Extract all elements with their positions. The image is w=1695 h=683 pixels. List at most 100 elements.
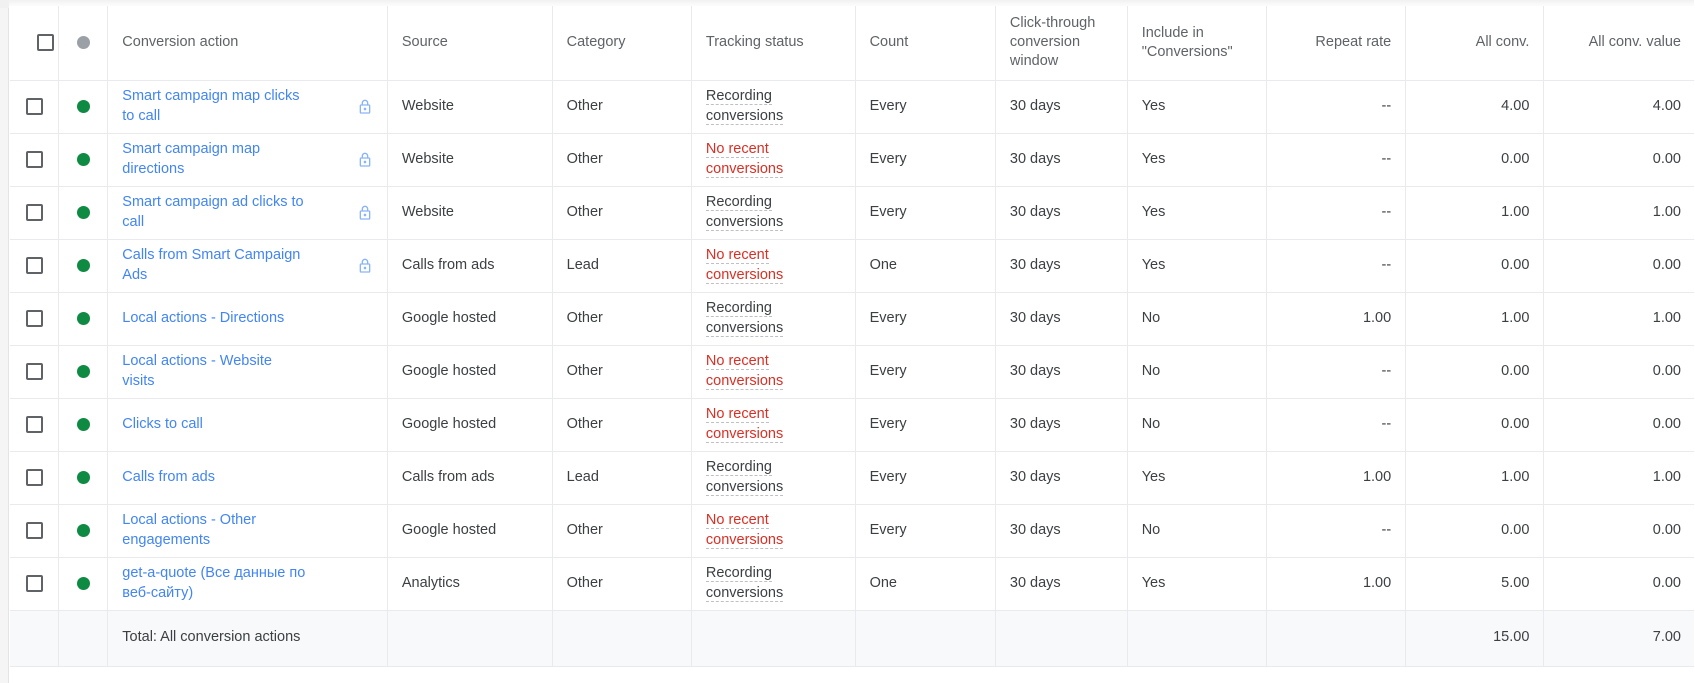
row-tracking-status-cell: Recording conversions: [691, 80, 856, 134]
row-checkbox[interactable]: [25, 363, 43, 380]
table-row[interactable]: Calls from Smart Campaign Ads Calls from …: [10, 239, 1695, 293]
select-all-checkbox[interactable]: [36, 34, 54, 52]
row-checkbox[interactable]: [25, 204, 43, 221]
conversion-action-link[interactable]: Smart campaign map directions: [122, 140, 307, 179]
tracking-status-text[interactable]: Recording conversions: [705, 87, 784, 125]
row-tracking-status-cell: Recording conversions: [691, 451, 856, 505]
row-select-cell[interactable]: [10, 239, 60, 293]
column-header-repeat-rate[interactable]: Repeat rate: [1266, 6, 1407, 81]
row-status-cell: [58, 398, 109, 452]
row-select-cell[interactable]: [10, 504, 60, 558]
conversion-action-link[interactable]: Smart campaign ad clicks to call: [122, 193, 307, 232]
total-row: Total: All conversion actions 15.00 7.00: [10, 610, 1695, 667]
column-header-tracking-status[interactable]: Tracking status: [691, 6, 856, 81]
table-row[interactable]: Local actions - Other engagements Google …: [10, 504, 1695, 558]
row-conversion-action-cell: get-a-quote (Все данные по веб-сайту): [107, 557, 388, 611]
table-row[interactable]: Smart campaign map clicks to call Website…: [10, 80, 1695, 134]
tracking-status-text[interactable]: No recent conversions: [705, 246, 784, 284]
row-click-through-window-cell: 30 days: [995, 398, 1128, 452]
row-all-conv-value-cell: 1.00: [1543, 186, 1695, 240]
row-count-cell: Every: [855, 504, 996, 558]
column-header-count[interactable]: Count: [855, 6, 996, 81]
table-row[interactable]: Clicks to call Google hosted Other No recen…: [10, 398, 1695, 452]
row-checkbox[interactable]: [25, 257, 43, 274]
row-click-through-window-cell: 30 days: [995, 239, 1128, 293]
row-repeat-rate-cell: --: [1266, 186, 1407, 240]
row-select-cell[interactable]: [10, 80, 60, 134]
table-row[interactable]: Smart campaign map directions Website Othe…: [10, 133, 1695, 187]
table-row[interactable]: get-a-quote (Все данные по веб-сайту) Ana…: [10, 557, 1695, 611]
tracking-status-text[interactable]: Recording conversions: [705, 193, 784, 231]
conversion-action-link[interactable]: Local actions - Directions: [122, 309, 284, 328]
conversion-action-link[interactable]: get-a-quote (Все данные по веб-сайту): [122, 564, 307, 603]
conversion-action-link[interactable]: Local actions - Other engagements: [122, 511, 307, 550]
row-checkbox[interactable]: [25, 416, 43, 433]
row-all-conv-value-cell: 0.00: [1543, 239, 1695, 293]
table-row[interactable]: Local actions - Website visits Google hos…: [10, 345, 1695, 399]
column-header-source[interactable]: Source: [387, 6, 553, 81]
conversion-action-link[interactable]: Smart campaign map clicks to call: [122, 87, 307, 126]
conversion-actions-table: Conversion action Source Category Tracki…: [10, 6, 1695, 667]
conversion-action-wrapper: Smart campaign map clicks to call: [122, 81, 373, 133]
row-include-in-conversions-cell: Yes: [1127, 133, 1267, 187]
table-row[interactable]: Calls from ads Calls from ads Lead Recordin…: [10, 451, 1695, 505]
row-tracking-status-cell: Recording conversions: [691, 186, 856, 240]
row-checkbox[interactable]: [25, 469, 43, 486]
row-category-cell: Other: [552, 557, 692, 611]
row-count-cell: Every: [855, 292, 996, 346]
row-include-in-conversions-cell: No: [1127, 398, 1267, 452]
total-window-cell: [995, 610, 1128, 667]
top-strip-left-gutter: [0, 0, 9, 8]
row-source-cell: Website: [387, 186, 553, 240]
column-header-all-conv[interactable]: All conv.: [1405, 6, 1545, 81]
conversion-action-link[interactable]: Calls from Smart Campaign Ads: [122, 246, 307, 285]
row-status-cell: [58, 239, 109, 293]
row-select-cell[interactable]: [10, 186, 60, 240]
total-tracking-cell: [691, 610, 856, 667]
row-count-cell: Every: [855, 345, 996, 399]
row-all-conv-cell: 0.00: [1405, 345, 1545, 399]
row-tracking-status-cell: Recording conversions: [691, 557, 856, 611]
row-select-cell[interactable]: [10, 557, 60, 611]
row-select-cell[interactable]: [10, 398, 60, 452]
conversion-action-link[interactable]: Calls from ads: [122, 468, 215, 487]
conversion-action-link[interactable]: Clicks to call: [122, 415, 203, 434]
row-checkbox[interactable]: [25, 575, 43, 592]
tracking-status-text[interactable]: Recording conversions: [705, 458, 784, 496]
row-select-cell[interactable]: [10, 133, 60, 187]
row-checkbox[interactable]: [25, 310, 43, 327]
table-row[interactable]: Smart campaign ad clicks to call Website O…: [10, 186, 1695, 240]
status-dot-icon: [76, 418, 90, 431]
conversion-action-link[interactable]: Local actions - Website visits: [122, 352, 307, 391]
row-status-cell: [58, 451, 109, 505]
row-all-conv-cell: 0.00: [1405, 398, 1545, 452]
row-source-cell: Google hosted: [387, 398, 553, 452]
column-header-category[interactable]: Category: [552, 6, 692, 81]
row-checkbox[interactable]: [25, 98, 43, 115]
table-row[interactable]: Local actions - Directions Google hosted O…: [10, 292, 1695, 346]
column-header-click-through-window[interactable]: Click-through conversion window: [995, 6, 1128, 81]
row-tracking-status-cell: Recording conversions: [691, 292, 856, 346]
column-header-include-in-conversions[interactable]: Include in "Conversions": [1127, 6, 1267, 81]
column-header-conversion-action[interactable]: Conversion action: [107, 6, 388, 81]
row-checkbox[interactable]: [25, 151, 43, 168]
column-header-all-conv-value[interactable]: All conv. value: [1543, 6, 1695, 81]
row-all-conv-value-cell: 4.00: [1543, 80, 1695, 134]
tracking-status-text[interactable]: No recent conversions: [705, 352, 784, 390]
tracking-status-text[interactable]: No recent conversions: [705, 140, 784, 178]
conversion-action-wrapper: Local actions - Other engagements: [122, 505, 373, 557]
select-all-header[interactable]: [10, 6, 60, 81]
row-count-cell: Every: [855, 133, 996, 187]
tracking-status-text[interactable]: No recent conversions: [705, 405, 784, 443]
tracking-status-text[interactable]: Recording conversions: [705, 299, 784, 337]
row-status-cell: [58, 557, 109, 611]
row-include-in-conversions-cell: No: [1127, 504, 1267, 558]
row-count-cell: One: [855, 239, 996, 293]
tracking-status-text[interactable]: Recording conversions: [705, 564, 784, 602]
row-select-cell[interactable]: [10, 451, 60, 505]
tracking-status-text[interactable]: No recent conversions: [705, 511, 784, 549]
row-select-cell[interactable]: [10, 345, 60, 399]
row-checkbox[interactable]: [25, 522, 43, 539]
row-include-in-conversions-cell: Yes: [1127, 80, 1267, 134]
row-select-cell[interactable]: [10, 292, 60, 346]
